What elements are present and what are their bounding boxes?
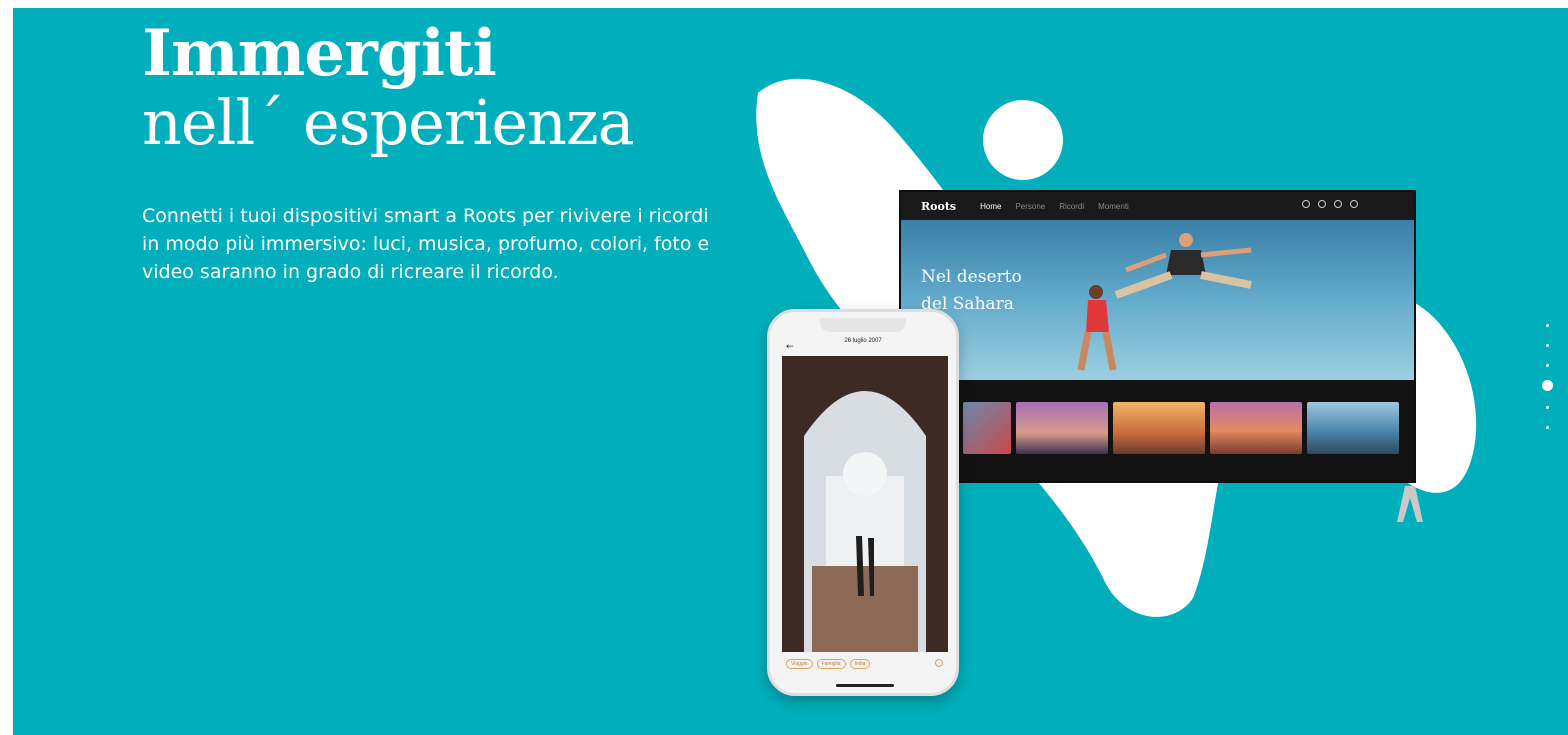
tv-screen: Roots Home Persone Ricordi Momenti Nel d… (899, 190, 1416, 483)
pagination-dot[interactable] (1546, 364, 1549, 367)
tv-nav-home[interactable]: Home (980, 202, 1001, 211)
tv-icon-group (1302, 200, 1358, 208)
thumbnail[interactable] (1113, 402, 1205, 454)
tv-hero-title-line1: Nel deserto (921, 267, 1022, 287)
phone-mockup: ← 26 luglio 2007 Viaggio Famiglia India (767, 309, 959, 696)
pagination-dot[interactable] (1546, 324, 1549, 327)
page-frame: Immergiti nell´ esperienza Connetti i tu… (0, 0, 1568, 735)
tv-nav-persone[interactable]: Persone (1015, 202, 1045, 211)
hero-section: Immergiti nell´ esperienza Connetti i tu… (13, 8, 1568, 735)
tv-nav-ricordi[interactable]: Ricordi (1059, 202, 1084, 211)
tag-chip[interactable]: India (849, 659, 871, 669)
tv-nav-momenti[interactable]: Momenti (1098, 202, 1129, 211)
taj-mahal-illustration (782, 356, 948, 652)
share-icon[interactable] (935, 659, 943, 667)
tag-chip[interactable]: Viaggio (786, 659, 813, 669)
timer-icon[interactable] (1334, 200, 1342, 208)
tv-logo: Roots (921, 199, 957, 213)
phone-photo (782, 356, 948, 652)
phone-notch (820, 318, 906, 332)
tv-stand (1397, 486, 1423, 522)
pagination-dot-active[interactable] (1542, 380, 1553, 391)
thumbnail[interactable] (963, 402, 1011, 454)
pagination-dots (1540, 324, 1556, 436)
profile-icon[interactable] (1350, 200, 1358, 208)
search-icon[interactable] (1302, 200, 1310, 208)
pagination-dot[interactable] (1546, 426, 1549, 429)
phone-home-indicator (836, 684, 894, 687)
pagination-dot[interactable] (1546, 406, 1549, 409)
thumbnail[interactable] (1016, 402, 1108, 454)
pagination-dot[interactable] (1546, 344, 1549, 347)
tv-navbar: Roots Home Persone Ricordi Momenti (901, 192, 1414, 220)
thumbnail[interactable] (1307, 402, 1399, 454)
phone-tag-list: Viaggio Famiglia India (786, 659, 871, 669)
phone-date: 26 luglio 2007 (844, 338, 882, 344)
tv-hero-image: Nel deserto del Sahara (901, 220, 1414, 380)
tv-thumbnail-row (963, 402, 1399, 454)
tag-chip[interactable]: Famiglia (816, 659, 846, 669)
globe-icon[interactable] (1318, 200, 1326, 208)
thumbnail[interactable] (1210, 402, 1302, 454)
